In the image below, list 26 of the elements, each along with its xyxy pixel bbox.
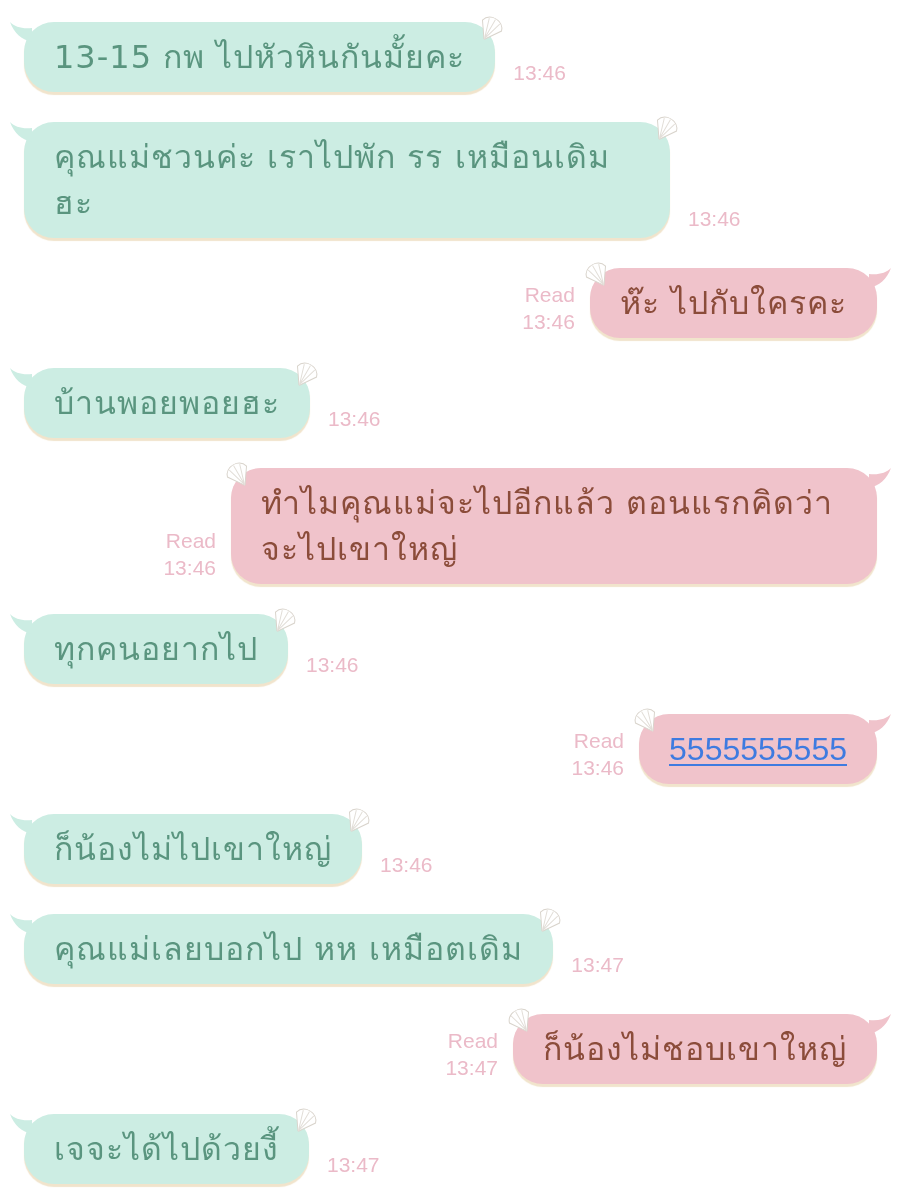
message-time: 13:46 (513, 60, 566, 86)
message-text: ก็น้องไม่ไปเขาใหญ่ (54, 829, 332, 870)
message-text: 13-15 กพ ไปหัวหินกันมั้ยคะ (54, 34, 466, 80)
message-text: คุณแม่เลยบอกไป หห เหมือตเดิม (54, 929, 524, 971)
message-text: ก็น้องไม่ชอบเขาใหญ่ (543, 1029, 847, 1070)
message-time: 13:46 (571, 755, 625, 781)
read-receipt: Read (524, 282, 575, 308)
read-receipt: Read (447, 1028, 498, 1054)
message-text: ทำไมคุณแม่จะไปอีกแล้ว ตอนแรกคิดว่าจะไปเขาใหญ่ (261, 483, 835, 570)
message-time: 13:46 (163, 555, 216, 581)
message-time: 13:46 (380, 852, 433, 878)
message-text: คุณแม่ชวนค่ะ เราไปพัก รร เหมือนเดิมฮะ (54, 137, 611, 224)
message-time: 13:47 (327, 1152, 380, 1178)
message-time: 13:47 (445, 1055, 498, 1081)
read-receipt: Read (573, 728, 625, 754)
message-time: 13:46 (328, 406, 381, 432)
message-time: 13:47 (571, 952, 624, 978)
message-time: 13:46 (306, 652, 359, 678)
message-text: ห๊ะ ไปกับใครคะ (619, 283, 847, 324)
message-time: 13:46 (522, 309, 575, 335)
message-link[interactable]: 5555555555 (669, 726, 847, 772)
message-text: ทุกคนอยากไป (54, 629, 258, 671)
read-receipt: Read (165, 528, 216, 554)
message-text: เจจะได้ไปด้วยงี้ (54, 1126, 279, 1172)
message-text: บ้านพอยพอยฮะ (54, 383, 280, 424)
message-time: 13:46 (688, 206, 741, 232)
